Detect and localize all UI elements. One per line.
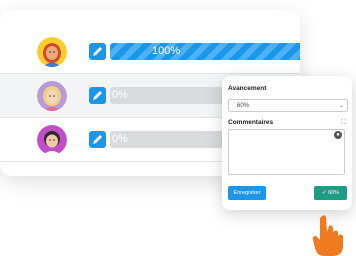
- comments-textarea[interactable]: [228, 129, 345, 175]
- expand-icon[interactable]: ⛶: [341, 119, 346, 127]
- pencil-icon: [93, 135, 102, 144]
- avatar: [37, 81, 67, 111]
- validate-button-label: 60%: [328, 190, 340, 196]
- info-icon: ●: [334, 131, 342, 139]
- avatar: [37, 37, 67, 67]
- chevron-down-icon: ⌄: [338, 103, 344, 109]
- save-button[interactable]: Enregistrer: [228, 186, 266, 200]
- progress-label: 100%: [152, 45, 181, 57]
- pencil-icon: [93, 91, 102, 100]
- edit-button[interactable]: [89, 87, 106, 104]
- progress-label: 0%: [112, 89, 128, 101]
- edit-progress-panel: Avancement 60% ⌄ Commentaires ⛶ ● Enregi…: [222, 76, 352, 210]
- pencil-icon: [93, 47, 102, 56]
- validate-button[interactable]: ✓ 60%: [314, 186, 347, 200]
- comments-field-label: Commentaires: [228, 119, 274, 126]
- progress-select-value: 60%: [237, 103, 250, 109]
- progress-label: 0%: [112, 133, 128, 145]
- edit-button[interactable]: [89, 131, 106, 148]
- avatar: [37, 125, 67, 155]
- progress-field-label: Avancement: [228, 85, 267, 92]
- list-item: 100%: [0, 30, 300, 74]
- progress-bar: 100%: [110, 43, 300, 60]
- progress-fill: [110, 43, 300, 60]
- progress-select[interactable]: 60% ⌄: [228, 99, 348, 112]
- edit-button[interactable]: [89, 43, 106, 60]
- pointing-hand-icon: [308, 212, 352, 256]
